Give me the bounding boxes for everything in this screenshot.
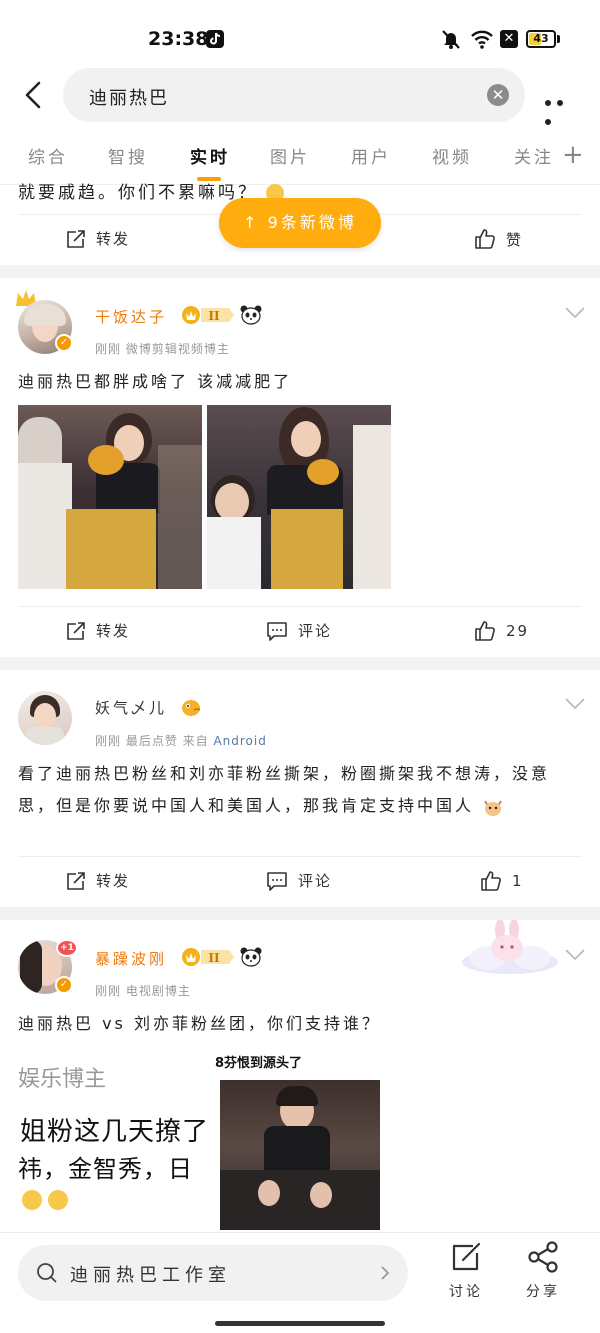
username[interactable]: 干饭达子 bbox=[95, 306, 167, 327]
status-bar: 23:38 ✕ 43 bbox=[0, 0, 600, 70]
emoji-icon bbox=[22, 1190, 68, 1215]
battery-icon: 43 bbox=[526, 30, 556, 48]
share-button[interactable]: 分享 bbox=[513, 1241, 573, 1301]
post-photo[interactable] bbox=[18, 405, 202, 589]
like-button[interactable]: 赞 bbox=[474, 228, 523, 250]
comment-button[interactable]: 评论 bbox=[266, 870, 332, 891]
svg-text:II: II bbox=[208, 951, 220, 965]
embed-header: 娱乐博主 bbox=[18, 1067, 107, 1092]
more-icon[interactable] bbox=[545, 91, 579, 125]
tab-smart-search[interactable]: 智搜 bbox=[108, 143, 148, 168]
x-app-icon: ✕ bbox=[500, 30, 518, 48]
username[interactable]: 妖气乄儿 bbox=[95, 697, 167, 718]
repost-icon bbox=[67, 229, 85, 248]
discuss-button[interactable]: 讨论 bbox=[436, 1241, 496, 1301]
like-button[interactable]: 1 bbox=[480, 870, 524, 892]
comment-button[interactable]: 评论 bbox=[266, 620, 332, 641]
post-actions: 转发 评论 1 bbox=[18, 856, 582, 906]
vip-badge: II bbox=[182, 948, 234, 966]
tab-images[interactable]: 图片 bbox=[270, 143, 310, 168]
edit-icon bbox=[452, 1242, 481, 1271]
post-photo[interactable] bbox=[207, 405, 391, 589]
vip-badge: II bbox=[182, 306, 234, 324]
new-posts-button[interactable]: ↑ 9条新微博 bbox=[219, 198, 381, 248]
battery-tip bbox=[557, 35, 560, 43]
embed-line-1: 姐粉这几天撩了 bbox=[20, 1117, 210, 1147]
clear-icon[interactable]: ✕ bbox=[487, 84, 509, 106]
tiktok-notification-icon bbox=[206, 30, 224, 48]
feed-divider bbox=[0, 907, 600, 920]
cat-emoji-icon bbox=[484, 799, 502, 816]
panda-icon bbox=[240, 947, 262, 967]
thumbs-up-icon bbox=[475, 621, 495, 641]
embed-video-title: 8芬恨到源头了 bbox=[215, 1056, 303, 1071]
post-text: 迪丽热巴都胖成啥了 该减减肥了 bbox=[18, 372, 293, 391]
repost-button[interactable]: 转发 bbox=[66, 228, 130, 249]
battery-level: 43 bbox=[533, 32, 549, 45]
post-meta: 刚刚 微博剪辑视频博主 bbox=[95, 342, 230, 356]
svg-text:II: II bbox=[208, 309, 220, 323]
feed-divider bbox=[0, 657, 600, 670]
tab-realtime[interactable]: 实时 bbox=[190, 143, 230, 168]
comment-icon bbox=[267, 871, 287, 891]
repost-icon bbox=[67, 621, 85, 640]
tab-videos[interactable]: 视频 bbox=[432, 143, 472, 168]
share-icon bbox=[528, 1241, 558, 1273]
bottom-bar: 迪丽热巴工作室 讨论 分享 bbox=[0, 1232, 600, 1333]
source-link[interactable]: Android bbox=[213, 734, 266, 748]
verified-badge: ✓ bbox=[55, 334, 73, 352]
embed-line-2: 祎，金智秀，日 bbox=[18, 1155, 193, 1183]
post-text: 看了迪丽热巴粉丝和刘亦菲粉丝撕架，粉圈撕架我不想涛，没意思，但是你要说中国人和美… bbox=[18, 764, 551, 816]
home-indicator bbox=[215, 1321, 385, 1326]
like-button[interactable]: 29 bbox=[474, 620, 529, 642]
username[interactable]: 暴躁波刚 bbox=[95, 948, 167, 969]
status-time: 23:38 bbox=[148, 28, 209, 50]
bottom-search-text: 迪丽热巴工作室 bbox=[70, 1265, 231, 1286]
post-meta: 刚刚 电视剧博主 bbox=[95, 984, 191, 998]
pufferfish-icon bbox=[182, 700, 201, 716]
avatar-notification-badge: +1 bbox=[56, 939, 78, 957]
thumbs-up-icon bbox=[481, 871, 501, 891]
chevron-down-icon[interactable] bbox=[564, 948, 586, 962]
wifi-icon bbox=[471, 30, 493, 49]
bell-off-icon bbox=[442, 30, 460, 49]
panda-icon bbox=[240, 305, 262, 325]
tab-following[interactable]: 关注 bbox=[514, 143, 554, 168]
avatar[interactable] bbox=[18, 691, 72, 745]
search-icon bbox=[37, 1263, 57, 1283]
tab-users[interactable]: 用户 bbox=[351, 143, 391, 168]
comment-icon bbox=[267, 621, 287, 641]
post-meta: 刚刚 最后点赞 来自 Android bbox=[95, 734, 267, 748]
repost-icon bbox=[67, 871, 85, 890]
thumbs-up-icon bbox=[475, 229, 495, 249]
repost-button[interactable]: 转发 bbox=[66, 620, 130, 641]
tab-comprehensive[interactable]: 综合 bbox=[28, 143, 68, 168]
bunny-cloud-sticker-icon bbox=[462, 920, 558, 974]
search-query: 迪丽热巴 bbox=[89, 88, 169, 109]
plus-icon[interactable]: + bbox=[562, 142, 584, 168]
chevron-down-icon[interactable] bbox=[564, 697, 586, 711]
verified-badge: ✓ bbox=[55, 976, 73, 994]
chevron-right-icon bbox=[381, 1266, 390, 1280]
post-actions: 转发 评论 29 bbox=[18, 606, 582, 656]
post-embedded-image[interactable]: 娱乐博主 姐粉这几天撩了 祎，金智秀，日 8芬恨到源头了 bbox=[0, 1047, 392, 1232]
search-input[interactable]: 迪丽热巴 ✕ bbox=[63, 68, 525, 122]
bottom-search-input[interactable]: 迪丽热巴工作室 bbox=[18, 1245, 408, 1301]
chevron-down-icon[interactable] bbox=[564, 306, 586, 320]
repost-button[interactable]: 转发 bbox=[66, 870, 130, 891]
back-icon[interactable] bbox=[20, 80, 50, 110]
post-text: 迪丽热巴 vs 刘亦菲粉丝团，你们支持谁？ bbox=[18, 1014, 381, 1033]
feed-divider bbox=[0, 265, 600, 278]
embed-video-thumbnail[interactable] bbox=[220, 1080, 380, 1230]
